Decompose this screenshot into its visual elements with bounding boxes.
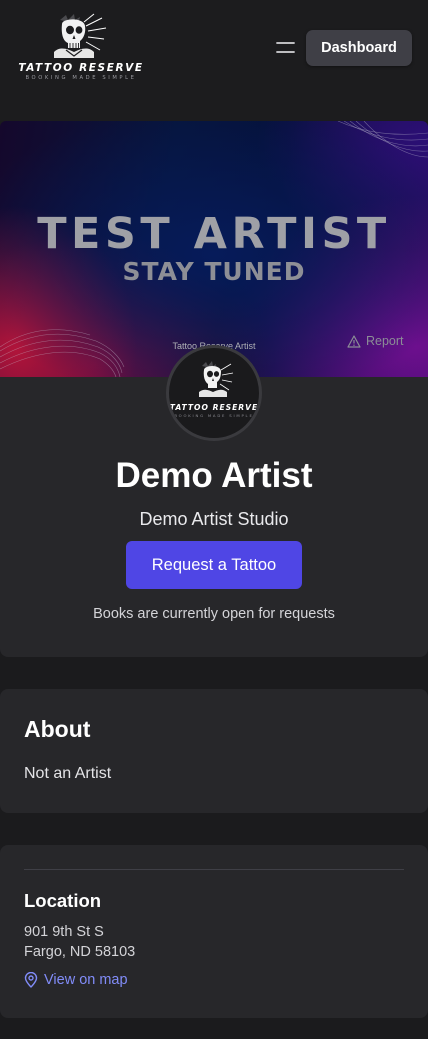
location-title: Location bbox=[24, 890, 102, 911]
artist-name: Demo Artist bbox=[115, 456, 313, 495]
avatar: TATTOO RESERVE BOOKING MADE SIMPLE bbox=[166, 345, 262, 441]
warning-triangle-icon bbox=[347, 334, 361, 348]
location-card: Location 901 9th St S Fargo, ND 58103 Vi… bbox=[0, 845, 428, 1018]
banner-subtitle: STAY TUNED bbox=[122, 257, 306, 286]
about-text: Not an Artist bbox=[24, 765, 112, 782]
address-line-1: 901 9th St S bbox=[24, 924, 104, 940]
location-divider bbox=[24, 869, 404, 870]
dashboard-button[interactable]: Dashboard bbox=[306, 30, 412, 66]
report-label: Report bbox=[366, 334, 404, 348]
about-title: About bbox=[24, 716, 91, 742]
address-line-2: Fargo, ND 58103 bbox=[24, 944, 136, 960]
view-on-map-label: View on map bbox=[44, 972, 128, 988]
site-header: TATTOO RESERVE BOOKING MADE SIMPLE Dashb… bbox=[0, 0, 428, 121]
profile-banner: TEST ARTIST STAY TUNED Tattoo Reserve Ar… bbox=[0, 121, 428, 377]
avatar-skull-icon bbox=[199, 361, 234, 397]
banner-title: TEST ARTIST bbox=[37, 209, 391, 259]
report-button[interactable]: Report bbox=[347, 333, 404, 349]
books-status-text: Books are currently open for requests bbox=[93, 606, 335, 622]
tattoo-reserve-logo[interactable]: TATTOO RESERVE BOOKING MADE SIMPLE bbox=[14, 12, 148, 84]
avatar-wordmark: TATTOO RESERVE bbox=[169, 403, 259, 412]
view-on-map-link[interactable]: View on map bbox=[24, 972, 128, 988]
about-card: About Not an Artist bbox=[0, 689, 428, 813]
logo-tagline: BOOKING MADE SIMPLE bbox=[25, 75, 137, 81]
skull-logo-icon bbox=[54, 13, 107, 58]
studio-name: Demo Artist Studio bbox=[139, 509, 289, 529]
request-tattoo-button[interactable]: Request a Tattoo bbox=[126, 541, 302, 589]
hamburger-menu-icon[interactable] bbox=[275, 39, 297, 57]
map-pin-icon bbox=[24, 972, 38, 988]
avatar-tagline: BOOKING MADE SIMPLE bbox=[174, 413, 254, 418]
logo-wordmark: TATTOO RESERVE bbox=[18, 62, 144, 74]
